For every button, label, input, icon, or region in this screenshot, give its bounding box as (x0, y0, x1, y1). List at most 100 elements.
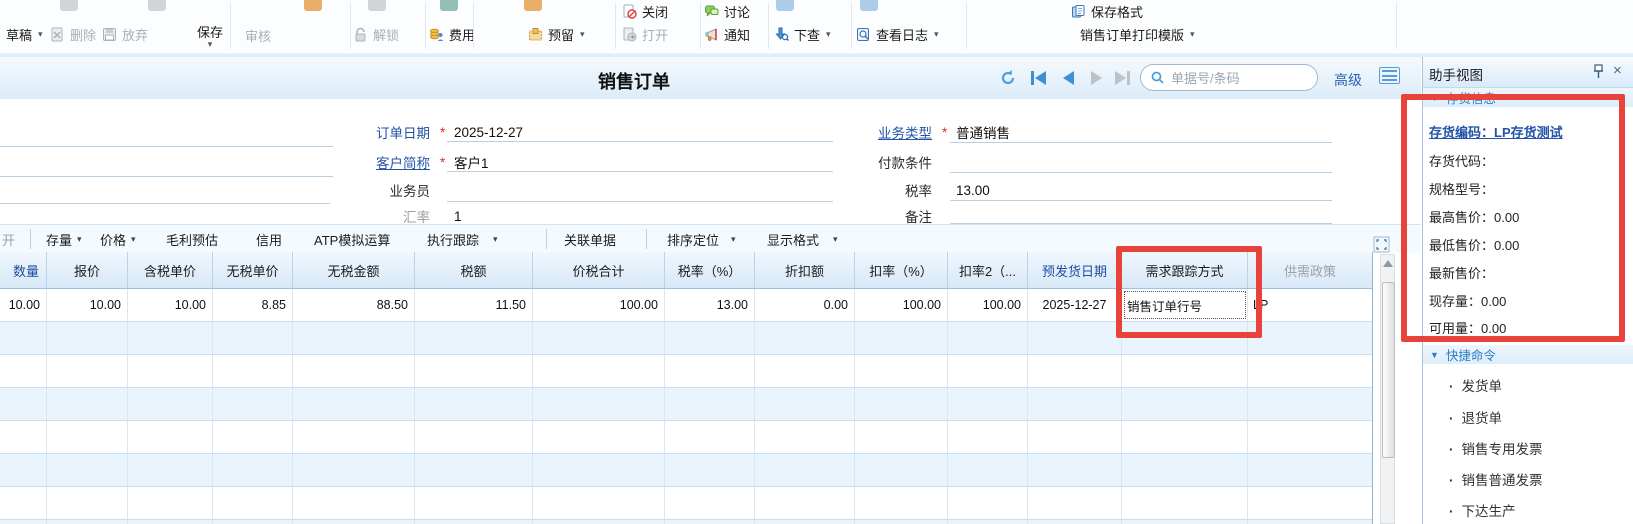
inventory-code-link[interactable]: 存货编码：LP存货测试 (1429, 122, 1563, 141)
cell-tax-rate[interactable]: 13.00 (665, 289, 755, 321)
empty-cell[interactable] (1028, 322, 1122, 354)
empty-cell[interactable] (665, 454, 755, 486)
empty-cell[interactable] (855, 355, 948, 387)
empty-cell[interactable] (948, 355, 1028, 387)
discuss-button[interactable]: 讨论 (704, 3, 750, 20)
empty-cell[interactable] (0, 355, 47, 387)
empty-cell[interactable] (665, 388, 755, 420)
command-ordinary-invoice[interactable]: 销售普通发票 (1449, 469, 1543, 489)
related-documents-button[interactable]: 关联单据 (564, 230, 616, 248)
empty-cell[interactable] (1028, 454, 1122, 486)
fee-button[interactable]: 费用 (429, 26, 475, 43)
empty-cell[interactable] (47, 421, 128, 453)
empty-cell[interactable] (213, 355, 293, 387)
notify-button[interactable]: 通知 (704, 26, 750, 43)
empty-cell[interactable] (948, 322, 1028, 354)
column-header-untaxed-amount[interactable]: 无税金额 (293, 252, 415, 288)
customer-label-link[interactable]: 客户简称 (373, 152, 430, 172)
empty-cell[interactable] (1122, 355, 1248, 387)
empty-cell[interactable] (755, 454, 855, 486)
drill-down-button[interactable]: 下查▾ (774, 26, 831, 43)
display-format-button[interactable]: 显示格式▾ (767, 230, 838, 248)
empty-cell[interactable] (948, 388, 1028, 420)
empty-cell[interactable] (47, 454, 128, 486)
empty-cell[interactable] (533, 454, 665, 486)
empty-cell[interactable] (1122, 520, 1248, 524)
empty-cell[interactable] (128, 355, 213, 387)
business-type-value[interactable]: 普通销售 (956, 122, 1010, 142)
cell-discount-rate2[interactable]: 100.00 (948, 289, 1028, 321)
column-header-demand-tracking[interactable]: 需求跟踪方式 (1122, 252, 1248, 288)
execution-track-button[interactable]: 执行跟踪▾ (427, 230, 498, 248)
empty-cell[interactable] (415, 388, 533, 420)
empty-cell[interactable] (213, 487, 293, 519)
tax-rate-field[interactable]: 税率 13.00 (875, 180, 990, 200)
empty-cell[interactable] (948, 421, 1028, 453)
stock-button[interactable]: 存量▾ (46, 230, 82, 248)
save-button[interactable]: 保存▾ (188, 20, 232, 50)
scrollbar-thumb[interactable] (1382, 282, 1395, 458)
empty-cell[interactable] (415, 520, 533, 524)
empty-cell[interactable] (855, 454, 948, 486)
column-header-tax[interactable]: 税额 (415, 252, 533, 288)
cell-discount-amount[interactable]: 0.00 (755, 289, 855, 321)
empty-cell[interactable] (293, 355, 415, 387)
empty-cell[interactable] (1028, 355, 1122, 387)
cell-untaxed-amount[interactable]: 88.50 (293, 289, 415, 321)
empty-cell[interactable] (213, 322, 293, 354)
empty-cell[interactable] (128, 421, 213, 453)
empty-cell[interactable] (0, 520, 47, 524)
scroll-up-icon[interactable] (1383, 260, 1393, 267)
empty-cell[interactable] (755, 520, 855, 524)
empty-cell[interactable] (533, 520, 665, 524)
empty-cell[interactable] (1248, 388, 1372, 420)
column-header-qty[interactable]: 数量 (0, 252, 47, 288)
empty-cell[interactable] (0, 388, 47, 420)
empty-cell[interactable] (948, 520, 1028, 524)
empty-cell[interactable] (755, 322, 855, 354)
column-header-taxed-price[interactable]: 含税单价 (128, 252, 213, 288)
empty-cell[interactable] (533, 421, 665, 453)
empty-cell[interactable] (1028, 487, 1122, 519)
column-header-quote[interactable]: 报价 (47, 252, 128, 288)
empty-cell[interactable] (533, 388, 665, 420)
first-record-button[interactable] (1028, 70, 1048, 86)
empty-cell[interactable] (1028, 520, 1122, 524)
empty-cell[interactable] (755, 487, 855, 519)
customer-value[interactable]: 客户1 (454, 152, 489, 172)
empty-cell[interactable] (1248, 520, 1372, 524)
exchange-rate-field[interactable]: 汇率 1 (373, 206, 462, 226)
empty-cell[interactable] (665, 421, 755, 453)
empty-cell[interactable] (665, 520, 755, 524)
empty-cell[interactable] (47, 388, 128, 420)
close-button[interactable]: 关闭 (622, 3, 668, 20)
empty-cell[interactable] (128, 454, 213, 486)
command-special-invoice[interactable]: 销售专用发票 (1449, 438, 1543, 458)
column-header-discount-rate2[interactable]: 扣率2（... (948, 252, 1028, 288)
empty-cell[interactable] (1248, 355, 1372, 387)
column-header-supply-policy[interactable]: 供需政策 (1248, 252, 1372, 288)
empty-cell[interactable] (213, 454, 293, 486)
empty-cell[interactable] (1248, 322, 1372, 354)
empty-cell[interactable] (47, 520, 128, 524)
empty-cell[interactable] (755, 355, 855, 387)
field-underline[interactable] (0, 146, 333, 147)
column-header-untaxed-price[interactable]: 无税单价 (213, 252, 293, 288)
print-template-button[interactable]: 销售订单打印模版▾ (1080, 26, 1195, 43)
empty-cell[interactable] (0, 322, 47, 354)
quick-commands-section[interactable]: ▼ 快捷命令 (1423, 345, 1633, 364)
empty-cell[interactable] (213, 520, 293, 524)
empty-cell[interactable] (855, 520, 948, 524)
field-underline[interactable] (0, 203, 330, 204)
empty-cell[interactable] (128, 487, 213, 519)
empty-cell[interactable] (665, 355, 755, 387)
empty-cell[interactable] (293, 487, 415, 519)
empty-cell[interactable] (1122, 421, 1248, 453)
empty-cell[interactable] (293, 388, 415, 420)
empty-cell[interactable] (415, 355, 533, 387)
save-format-button[interactable]: 保存格式 (1071, 3, 1143, 20)
payment-terms-field[interactable]: 付款条件 (875, 152, 956, 172)
tax-rate-value[interactable]: 13.00 (956, 183, 990, 198)
empty-cell[interactable] (1122, 454, 1248, 486)
command-return-order[interactable]: 退货单 (1449, 407, 1502, 427)
